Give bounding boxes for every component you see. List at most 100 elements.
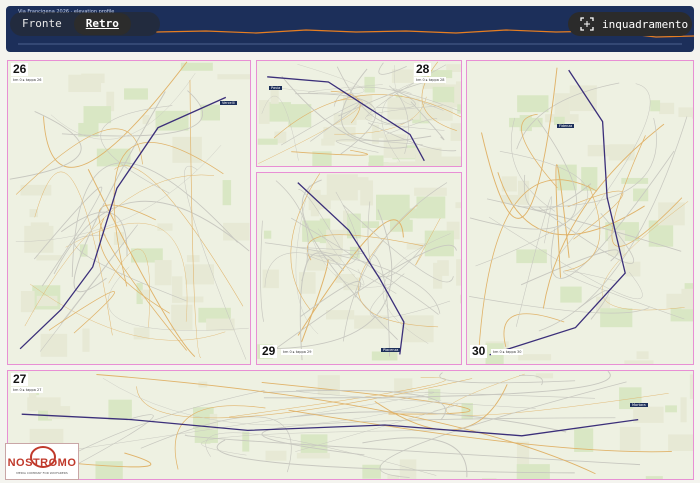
field-patch [424,230,454,257]
field-patch [263,230,272,239]
map-sheet-28[interactable]: 28 km 0 ▸ tappa 28 Pavia [256,60,462,167]
field-patch [242,431,250,452]
map-texture [257,173,461,364]
back-tab[interactable]: Retro [73,13,131,35]
nostromo-logo: NOSTROMO MEDIA COMPANY FOR WAYFARERS [5,443,79,480]
place-label: Piacenza [381,348,401,352]
field-patch [625,261,641,277]
field-patch [691,111,693,119]
field-patch [619,426,641,451]
field-patch [456,259,461,286]
place-label: Vercelli [220,101,237,105]
frame-button[interactable]: inquadramento [568,12,692,36]
field-patch [650,100,661,112]
sheet-legend: km 0 ▸ tappa 30 [491,349,524,355]
field-patch [265,450,287,461]
map-sheet-30[interactable]: 30 km 0 ▸ tappa 30 Fidenza [466,60,694,365]
field-patch [636,351,649,360]
field-patch [83,106,112,124]
field-patch [317,375,340,395]
field-patch [155,110,189,131]
field-patch [668,434,693,452]
field-patch [68,74,102,93]
field-patch [481,478,497,479]
field-patch [457,104,461,114]
field-patch [455,202,461,209]
sheet-number: 27 [11,372,29,386]
map-sheet-29[interactable]: 29 km 0 ▸ tappa 29 Piacenza [256,172,462,365]
field-patch [371,131,385,139]
field-patch [217,74,250,80]
field-patch [428,389,441,401]
field-patch [133,327,150,340]
place-label: Mortara [630,403,648,407]
field-patch [681,288,693,310]
map-texture [467,61,693,364]
place-label: Pavia [269,86,283,90]
field-patch [535,373,554,379]
field-patch [95,461,123,479]
field-patch [633,406,664,423]
field-patch [154,260,172,286]
field-patch [325,310,355,320]
field-patch [678,107,693,118]
logo-wordmark: NOSTROMO [7,457,77,469]
field-patch [461,402,473,420]
front-tab[interactable]: Fronte [10,13,74,35]
field-patch [113,232,124,245]
view-toggle[interactable]: Fronte Retro [10,12,160,36]
field-patch [554,93,570,117]
field-patch [516,464,550,479]
field-patch [645,476,663,479]
map-texture [8,61,250,364]
field-patch [341,177,369,191]
sheet-number: 28 [414,62,432,76]
sheet-number: 26 [11,62,29,76]
logo-tagline: MEDIA COMPANY FOR WAYFARERS [16,471,68,475]
map-texture [8,371,693,479]
field-patch [518,180,530,205]
field-patch [371,351,398,361]
field-patch [437,260,449,276]
field-patch [416,196,446,219]
field-patch [258,100,270,124]
field-patch [124,88,148,100]
field-patch [624,360,654,364]
field-patch [321,138,335,146]
map-sheet-26[interactable]: 26 km 0 ▸ tappa 26 Vercelli [7,60,251,365]
sheet-legend: km 0 ▸ tappa 26 [11,77,44,83]
field-patch [185,264,215,285]
field-patch [364,76,375,93]
field-patch [665,405,677,413]
map-sheet-27[interactable]: 27 km 0 ▸ tappa 27 Mortara [7,370,694,480]
field-patch [296,452,330,459]
field-patch [530,104,542,111]
field-patch [36,295,58,307]
field-patch [600,308,633,328]
field-patch [460,294,461,304]
field-patch [48,406,71,420]
sheet-legend: km 0 ▸ tappa 27 [11,387,44,393]
field-patch [108,399,132,420]
field-patch [659,102,675,115]
field-patch [450,123,461,141]
field-patch [362,464,381,479]
field-patch [518,354,552,361]
field-patch [36,255,62,261]
field-patch [257,138,278,145]
field-patch [157,223,173,231]
field-patch [354,315,388,329]
field-patch [516,249,547,264]
field-patch [432,86,455,103]
field-patch [414,187,447,196]
field-patch [268,102,291,122]
sheet-legend: km 0 ▸ tappa 29 [281,349,314,355]
field-patch [172,136,202,163]
field-patch [656,224,667,247]
field-patch [666,293,682,308]
field-patch [689,374,693,399]
field-patch [24,225,54,253]
field-patch [142,114,150,125]
field-patch [222,180,232,206]
sheet-number: 30 [470,344,488,358]
